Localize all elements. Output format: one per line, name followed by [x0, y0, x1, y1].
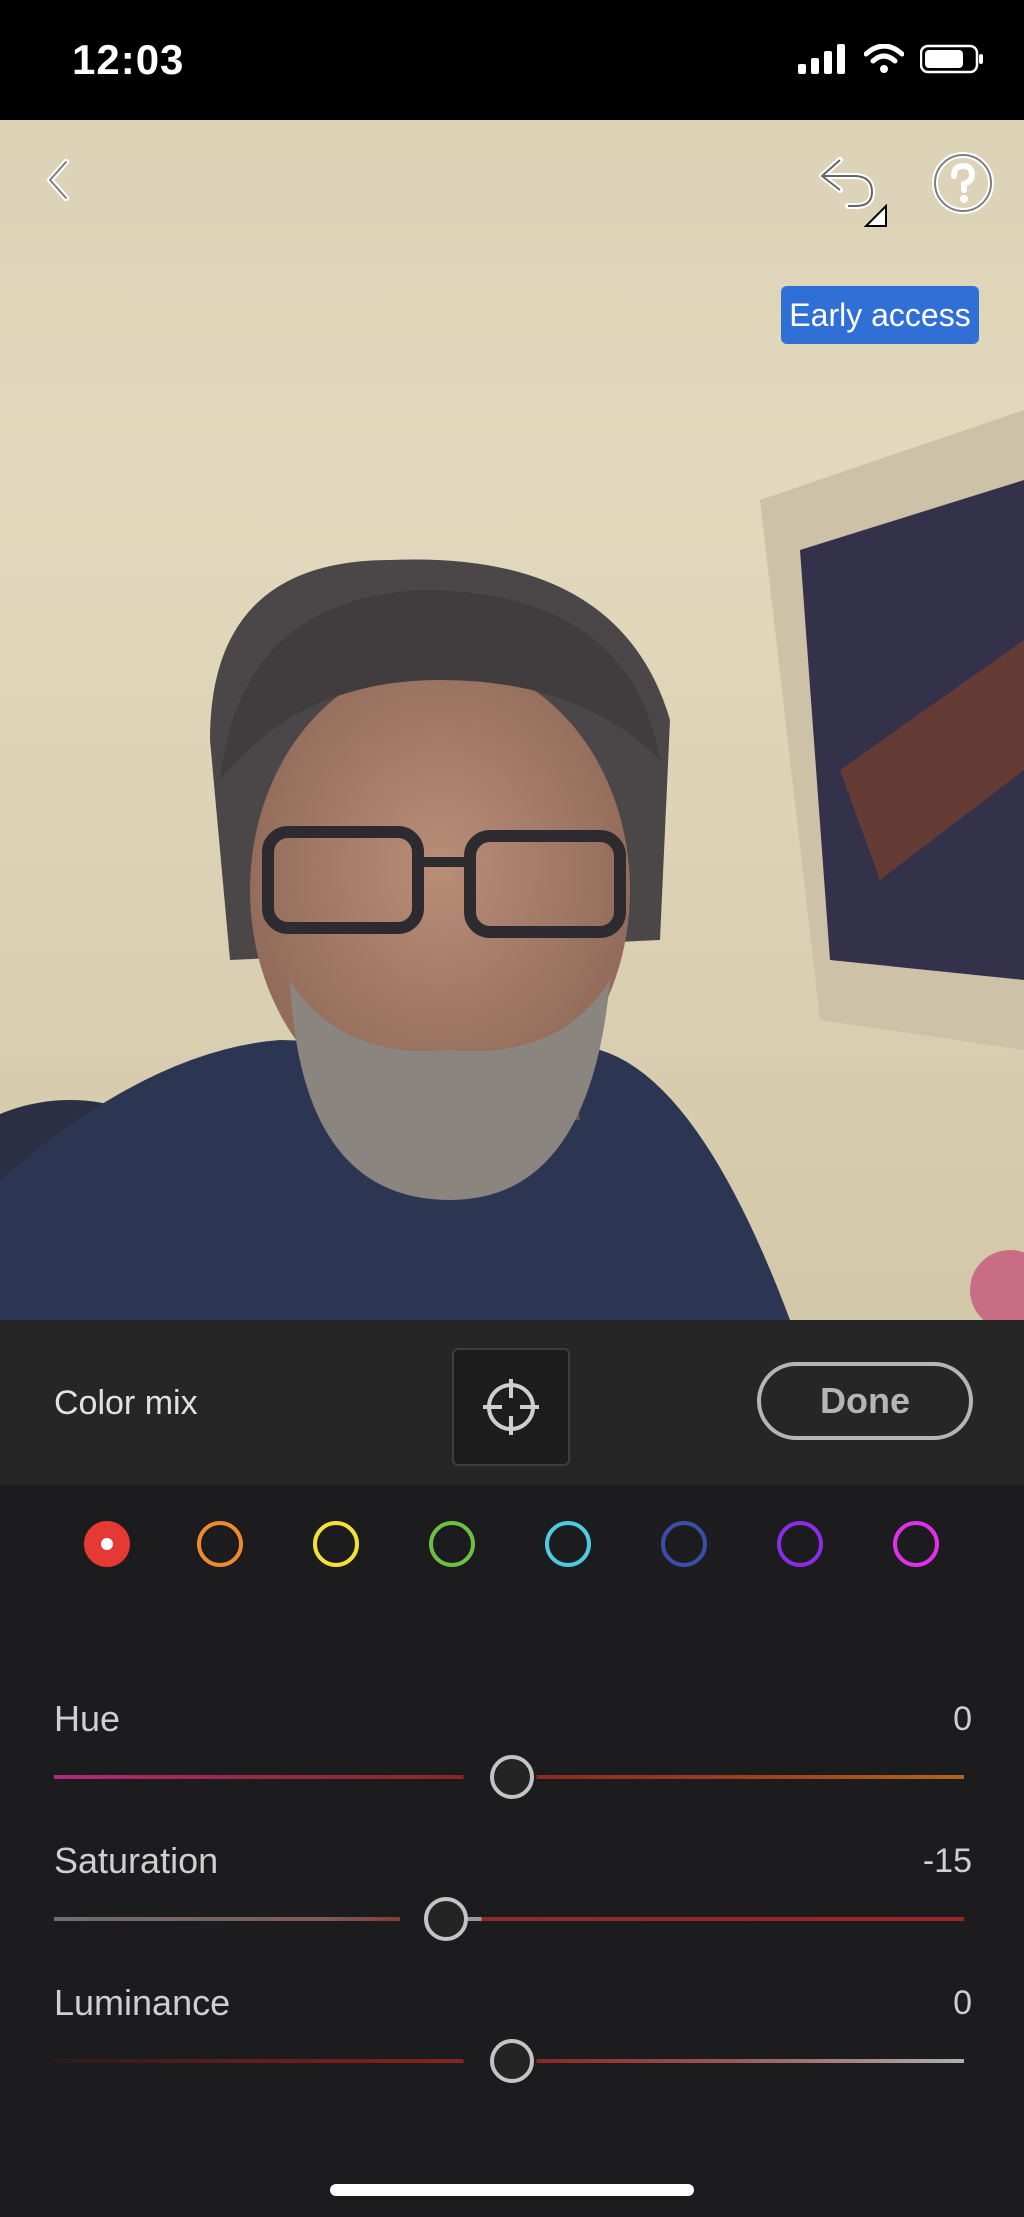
saturation-slider-thumb[interactable] [424, 1897, 468, 1941]
photo-canvas[interactable]: Early access [0, 120, 1024, 1320]
target-adjust-button[interactable] [452, 1348, 570, 1466]
swatch-blue[interactable] [661, 1521, 707, 1567]
back-icon[interactable] [30, 150, 90, 210]
swatch-aqua[interactable] [545, 1521, 591, 1567]
status-icons [798, 44, 984, 74]
hue-slider-thumb[interactable] [490, 1755, 534, 1799]
hue-value: 0 [953, 1700, 972, 1738]
swatch-yellow[interactable] [313, 1521, 359, 1567]
color-mix-toolbar: Color mix Done [0, 1320, 1024, 1485]
selected-dot [101, 1538, 113, 1550]
wifi-icon [864, 44, 904, 73]
battery-icon [920, 44, 983, 74]
status-time: 12:03 [72, 36, 185, 83]
swatch-magenta[interactable] [893, 1521, 939, 1567]
panel-title: Color mix [54, 1384, 198, 1422]
home-indicator[interactable] [330, 2184, 694, 2196]
swatch-red[interactable] [84, 1521, 130, 1567]
swatch-purple[interactable] [777, 1521, 823, 1567]
undo-icon[interactable] [810, 150, 890, 230]
luminance-value: 0 [953, 1984, 972, 2022]
luminance-label: Luminance [54, 1982, 231, 2023]
swatch-green[interactable] [429, 1521, 475, 1567]
early-access-badge[interactable]: Early access [781, 286, 979, 344]
saturation-track[interactable] [54, 1917, 964, 1921]
help-icon[interactable] [930, 150, 996, 216]
hue-label: Hue [54, 1698, 121, 1739]
done-button[interactable]: Done [757, 1362, 973, 1440]
signal-icon [798, 44, 845, 74]
saturation-value: -15 [922, 1842, 972, 1880]
saturation-label: Saturation [54, 1840, 219, 1881]
swatch-orange[interactable] [197, 1521, 243, 1567]
target-icon [483, 1379, 539, 1435]
status-bar: 12:03 [0, 0, 1024, 120]
luminance-slider-thumb[interactable] [490, 2039, 534, 2083]
